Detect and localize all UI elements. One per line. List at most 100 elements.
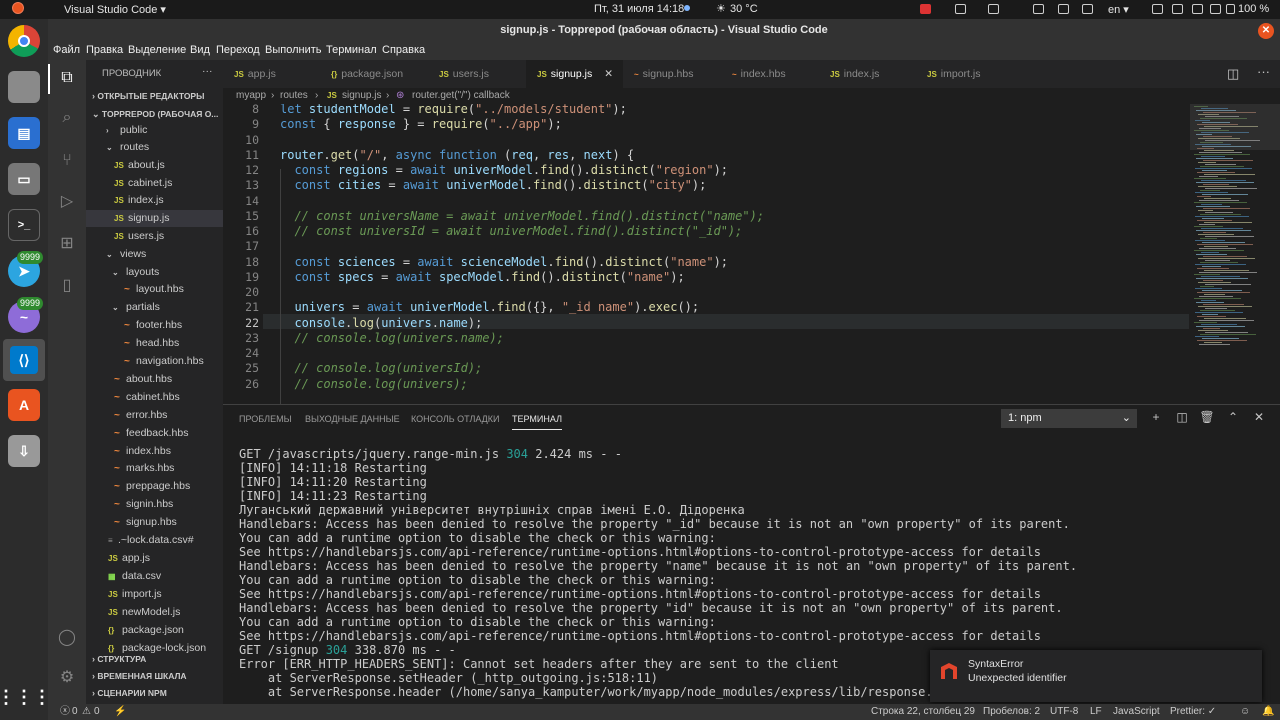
code-line[interactable]: // console.log(univers.name);	[280, 331, 504, 345]
tab-import-js[interactable]: JS import.js	[916, 60, 1016, 88]
language-mode[interactable]: JavaScript	[1113, 704, 1160, 720]
menu-edit[interactable]: Правка	[86, 44, 123, 56]
menu-view[interactable]: Вид	[190, 44, 210, 56]
tab-package-json[interactable]: {} package.json	[320, 60, 428, 88]
tree-item[interactable]: ⌄ views	[86, 246, 223, 263]
network-icon[interactable]	[1152, 4, 1163, 14]
tree-item[interactable]: ⌄ partials	[86, 299, 223, 316]
menu-selection[interactable]: Выделение	[128, 44, 186, 56]
workspace-section[interactable]: ⌄ TOPPREPOD (РАБОЧАЯ О...	[92, 109, 218, 120]
tree-item[interactable]: JS newModel.js	[86, 604, 223, 621]
indentation[interactable]: Пробелов: 2	[983, 704, 1040, 720]
tab-index-js[interactable]: JS index.js	[819, 60, 916, 88]
usb-drive-icon[interactable]: ⇩	[8, 435, 40, 467]
close-tab-icon[interactable]: ✕	[604, 60, 613, 88]
weather[interactable]: 30 °C	[730, 3, 758, 15]
split-terminal-icon[interactable]: ◫	[1174, 409, 1190, 425]
run-debug-icon[interactable]: ▷	[57, 192, 77, 212]
tree-item[interactable]: {} package.json	[86, 622, 223, 639]
tree-item[interactable]: ~ layout.hbs	[86, 281, 223, 298]
clock[interactable]: Пт, 31 июля 14:18	[594, 3, 684, 15]
code-line[interactable]: // console.log(univers);	[280, 377, 467, 391]
tab-signup-hbs[interactable]: ~ signup.hbs	[623, 60, 721, 88]
notification-toast[interactable]: SyntaxError Unexpected identifier	[930, 650, 1262, 702]
breadcrumb-routes[interactable]: routes	[280, 88, 308, 104]
tree-item[interactable]: ~ navigation.hbs	[86, 353, 223, 370]
tree-item[interactable]: ~ signin.hbs	[86, 496, 223, 513]
files-icon[interactable]	[8, 71, 40, 103]
more-tabs-icon[interactable]: ···	[1257, 64, 1270, 79]
cursor-position[interactable]: Строка 22, столбец 29	[871, 704, 975, 720]
line-ending[interactable]: LF	[1090, 704, 1102, 720]
more-actions-icon[interactable]: ···	[202, 65, 213, 77]
live-share-icon[interactable]: ⚡	[114, 704, 126, 720]
vscode-dock-item[interactable]: ⟨⟩	[3, 339, 45, 381]
code-line[interactable]: const cities = await univerModel.find().…	[280, 178, 706, 192]
code-line[interactable]: const { response } = require("../app");	[280, 117, 562, 131]
chrome-icon[interactable]	[8, 25, 40, 57]
tab-problems[interactable]: ПРОБЛЕМЫ	[239, 414, 292, 424]
menu-file[interactable]: Файл	[53, 44, 80, 56]
activities-icon[interactable]	[12, 2, 24, 14]
app-menu[interactable]: Visual Studio Code ▾	[64, 3, 166, 16]
source-control-icon[interactable]: ⑂	[57, 151, 77, 171]
tree-item[interactable]: JS about.js	[86, 157, 223, 174]
code-line[interactable]: console.log(univers.name);	[280, 316, 482, 330]
tab-index-hbs[interactable]: ~ index.hbs	[721, 60, 819, 88]
code-line[interactable]: router.get("/", async function (req, res…	[280, 148, 634, 162]
minimap[interactable]	[1190, 104, 1280, 404]
breadcrumb-file[interactable]: signup.js	[342, 88, 381, 104]
tree-item[interactable]: › public	[86, 122, 223, 139]
tree-item[interactable]: ~ footer.hbs	[86, 317, 223, 334]
code-line[interactable]: const regions = await univerModel.find()…	[280, 163, 728, 177]
tree-item[interactable]: JS index.js	[86, 192, 223, 209]
code-line[interactable]: // const universName = await univerModel…	[280, 209, 764, 223]
breadcrumb-symbol[interactable]: router.get("/") callback	[412, 88, 510, 104]
menu-help[interactable]: Справка	[382, 44, 425, 56]
error-count[interactable]: 0	[72, 704, 78, 720]
tree-item[interactable]: ⌄ routes	[86, 139, 223, 156]
code-line[interactable]: // console.log(universId);	[280, 361, 482, 375]
tray-icon-6[interactable]	[1082, 4, 1093, 14]
tray-icon-1[interactable]	[920, 4, 931, 14]
menu-go[interactable]: Переход	[216, 44, 260, 56]
minimap-viewport[interactable]	[1190, 104, 1280, 150]
code-line[interactable]: univers = await univerModel.find({}, "_i…	[280, 300, 699, 314]
display-icon[interactable]: ▭	[8, 163, 40, 195]
outline-section[interactable]: › СТРУКТУРА	[92, 654, 146, 664]
code-line[interactable]: const sciences = await scienceModel.find…	[280, 255, 728, 269]
code-line[interactable]: let studentModel = require("../models/st…	[280, 104, 627, 116]
software-center-icon[interactable]: A	[8, 389, 40, 421]
errors-icon[interactable]: ⓧ	[60, 704, 70, 720]
tree-item[interactable]: ≡ .~lock.data.csv#	[86, 532, 223, 549]
tree-item[interactable]: ~ head.hbs	[86, 335, 223, 352]
timeline-section[interactable]: › ВРЕМЕННАЯ ШКАЛА	[92, 671, 187, 681]
tree-item[interactable]: ~ feedback.hbs	[86, 425, 223, 442]
account-icon[interactable]: ◯	[57, 628, 77, 648]
open-editors-section[interactable]: › ОТКРЫТЫЕ РЕДАКТОРЫ	[92, 91, 204, 101]
tree-item[interactable]: JS app.js	[86, 550, 223, 567]
tray-icon-4[interactable]	[1033, 4, 1044, 14]
extensions-icon[interactable]: ⊞	[57, 234, 77, 254]
kill-terminal-icon[interactable]: 🗑	[1199, 409, 1215, 425]
warnings-icon[interactable]: ⚠	[82, 704, 91, 720]
tree-item[interactable]: JS import.js	[86, 586, 223, 603]
tree-item[interactable]: ~ about.hbs	[86, 371, 223, 388]
tree-item[interactable]: JS users.js	[86, 228, 223, 245]
show-apps-icon[interactable]: ⋮⋮⋮	[0, 681, 51, 713]
notifications-bell-icon[interactable]: 🔔	[1262, 704, 1274, 720]
tree-item[interactable]: ~ error.hbs	[86, 407, 223, 424]
tree-item[interactable]: ▦ data.csv	[86, 568, 223, 585]
tree-item[interactable]: JS signup.js	[86, 210, 223, 227]
writer-icon[interactable]: ▤	[8, 117, 40, 149]
tab-users-js[interactable]: JS users.js	[428, 60, 526, 88]
terminal-icon[interactable]: >_	[8, 209, 40, 241]
tree-item[interactable]: ~ marks.hbs	[86, 460, 223, 477]
menu-terminal[interactable]: Терминал	[326, 44, 377, 56]
new-terminal-icon[interactable]: +	[1148, 409, 1164, 425]
terminal-select[interactable]: 1: npm ⌄	[1001, 409, 1137, 428]
battery-icon[interactable]	[1226, 4, 1235, 14]
warning-count[interactable]: 0	[94, 704, 100, 720]
tab-app-js[interactable]: JS app.js	[223, 60, 320, 88]
tab-debug-console[interactable]: КОНСОЛЬ ОТЛАДКИ	[411, 414, 499, 424]
